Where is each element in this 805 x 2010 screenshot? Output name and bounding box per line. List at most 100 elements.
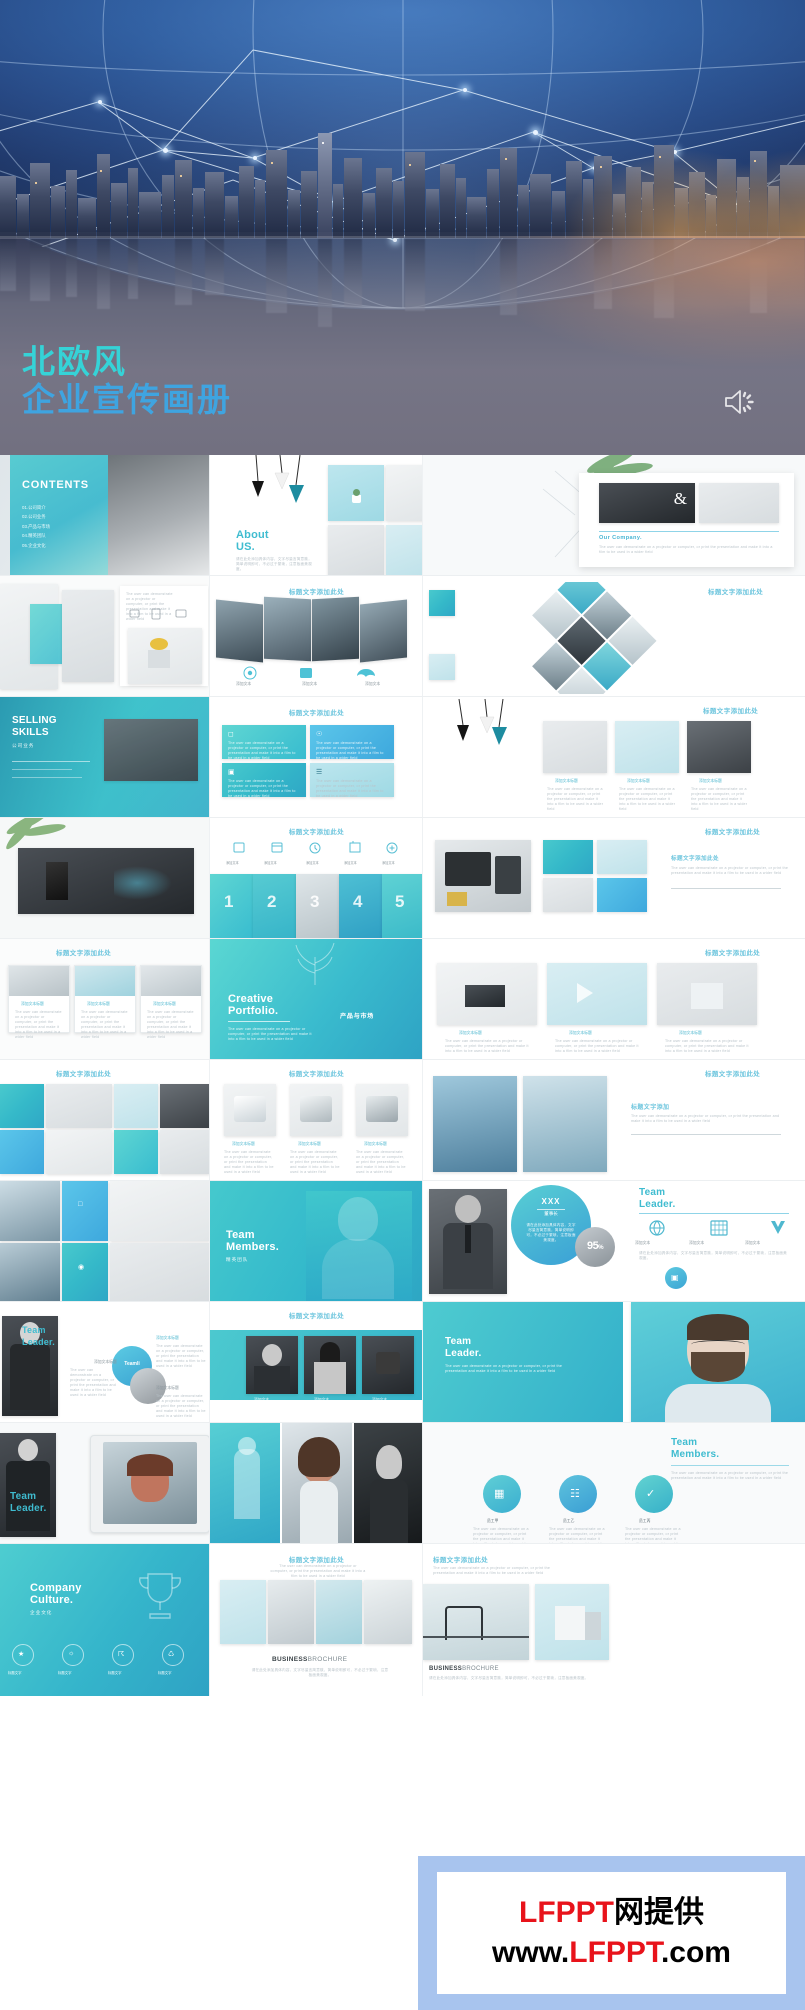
slide-leader-bearded[interactable]: Team Leader. The user can demonstrate on… xyxy=(423,1302,805,1423)
slide-three-white-cards[interactable]: 标题文字添加此处 添加文本标题 The user can demonstrate… xyxy=(0,939,210,1060)
slide-three-photo-cards[interactable]: 标题文字添加此处 添加文本标题 添加文本标题 添加文本标题 The user c… xyxy=(423,697,805,818)
social-icons-row xyxy=(243,666,375,680)
num-label-2: 添加文本 xyxy=(264,861,277,865)
creative-tag: 产品与市场 xyxy=(340,1013,374,1020)
icon-label-2: 添加文本 xyxy=(302,682,318,686)
white-card-1[interactable]: 添加文本标题 The user can demonstrate on a pro… xyxy=(8,965,70,1039)
devices-photo xyxy=(435,840,531,912)
slide-selling-skills[interactable]: SELLING SKILLS 公司业务 xyxy=(0,697,210,818)
speaker-icon[interactable] xyxy=(723,388,757,421)
card-2[interactable]: ☉ The user can demonstrate on a projecto… xyxy=(310,725,394,760)
buildings-body: The user can demonstrate on a projector … xyxy=(631,1114,780,1123)
selling-cn: 公司业务 xyxy=(12,743,35,748)
member-icon-1[interactable]: ▦ xyxy=(483,1475,521,1513)
slide-bw-team[interactable]: 标题文字添加此处 添加文本 添加文本 添加文本 xyxy=(210,1302,423,1423)
contents-item-4[interactable]: 04.精英团队 xyxy=(22,531,50,540)
slide-model-photos[interactable] xyxy=(210,1423,423,1544)
watermark-brand-cn: 网提供 xyxy=(614,1896,704,1929)
leader2-line2: Leader. xyxy=(22,1337,55,1347)
br ochure-body: 请在此处添加具体内容，文字尽量言简意赅，简单说明即可，不必过于繁琐，注意板面美观… xyxy=(251,1668,389,1677)
number-block-3[interactable]: 3 xyxy=(296,874,339,939)
slide-company-culture[interactable]: Company Culture. 企业文化 ★ ☼ ☈ ♺ 标题文字 标题文字 … xyxy=(0,1544,210,1696)
icon-tile-1[interactable]: □ xyxy=(62,1181,108,1241)
plant-photo xyxy=(328,465,384,521)
card-1[interactable]: ◻ The user can demonstrate on a projecto… xyxy=(222,725,306,760)
slide-creative-portfolio[interactable]: Creative Portfolio. The user can demonst… xyxy=(210,939,423,1060)
slide-leader-tablet[interactable]: Team Leader. xyxy=(0,1423,210,1544)
watermark-badge: LFPPT网提供 www.LFPPT.com xyxy=(418,1856,805,2010)
culture-icon-2[interactable]: ☼ xyxy=(62,1644,84,1666)
card-3[interactable]: ▣ The user can demonstrate on a projecto… xyxy=(222,763,306,798)
slide-gallery-grid[interactable]: 标题文字添加此处 xyxy=(0,1060,210,1181)
slide-title: 标题文字添加此处 xyxy=(288,1313,345,1320)
model-photo-1 xyxy=(210,1423,280,1544)
contents-list[interactable]: 01.公司简介 02.公司业务 03.产品与市场 04.精英团队 05.企业文化 xyxy=(22,503,50,550)
photo-card-3 xyxy=(687,721,751,773)
slide-team-members-icons[interactable]: Team Members. The user can demonstrate o… xyxy=(423,1423,805,1544)
culture-icon-3[interactable]: ☈ xyxy=(112,1644,134,1666)
white-card-2-label: 添加文本标题 xyxy=(87,1002,110,1006)
contents-item-3[interactable]: 03.产品与市场 xyxy=(22,522,50,531)
slide-fold-photos[interactable]: 标题文字添加此处 添加文本 添加文本 添加文本 xyxy=(210,576,423,697)
slide-title: 标题文字添加此处 xyxy=(288,589,345,596)
member-icon-3[interactable]: ✓ xyxy=(635,1475,673,1513)
slide-dark-hero[interactable] xyxy=(0,818,210,939)
slide-three-icon-cards[interactable]: 标题文字添加此处 添加文本标题 添加文本标题 添加文本标题 The user c… xyxy=(423,939,805,1060)
white-card-2[interactable]: 添加文本标题 The user can demonstrate on a pro… xyxy=(74,965,136,1039)
selling-title: SELLING SKILLS xyxy=(12,715,57,739)
leader-badge-icon[interactable]: ▣ xyxy=(665,1267,687,1289)
slide-business-brochure[interactable]: 标题文字添加此处 The user can demonstrate on a p… xyxy=(210,1544,423,1696)
slide-contents[interactable]: CONTENTS 01.公司简介 02.公司业务 03.产品与市场 04.精英团… xyxy=(0,455,210,576)
slide-team-members[interactable]: Team Members. 精英团队 xyxy=(210,1181,423,1302)
slide-devices[interactable]: 标题文字添加此处 标题文字添加此处 The user can demonstra… xyxy=(423,818,805,939)
slide-row-2: The user can demonstrate on a projector … xyxy=(0,576,805,697)
chart-label-1: 添加文本标题 xyxy=(156,1336,179,1340)
contents-item-5[interactable]: 05.企业文化 xyxy=(22,541,50,550)
brochure-wordmark: BUSINESSBROCHURE xyxy=(272,1656,347,1663)
slide-interior-left[interactable]: The user can demonstrate on a projector … xyxy=(0,576,210,697)
watermark-domain: LFPPT xyxy=(569,1936,661,1969)
white-card-1-text: The user can demonstrate on a projector … xyxy=(15,1010,62,1039)
roll-label-3: 添加文本标题 xyxy=(364,1142,387,1146)
number-block-2[interactable]: 2 xyxy=(253,874,296,939)
number-block-5[interactable]: 5 xyxy=(382,874,423,939)
slide-buildings[interactable]: 标题文字添加此处 标题文字添加 The user can demonstrate… xyxy=(423,1060,805,1181)
roll-body-2: The user can demonstrate on a projector … xyxy=(290,1150,340,1174)
slide-title: 标题文字添加此处 xyxy=(433,1557,489,1564)
slide-about-us[interactable]: About US. 请在此处添加具体内容，文字尽量言简意赅，简单说明即可，不必过… xyxy=(210,455,423,576)
icon-tile-2[interactable]: ◉ xyxy=(62,1243,108,1302)
contents-item-2[interactable]: 02.公司业务 xyxy=(22,512,50,521)
icon-card-body-2: The user can demonstrate on a projector … xyxy=(555,1039,639,1053)
slide-mountain-grid[interactable]: □ ◉ xyxy=(0,1181,210,1302)
slide-numbers[interactable]: 标题文字添加此处 添加文本 添加文本 添加文本 添加文本 添加文本 1 2 3 … xyxy=(210,818,423,939)
watermark-inner: LFPPT网提供 www.LFPPT.com xyxy=(437,1872,786,1994)
card-4[interactable]: ☰ The user can demonstrate on a projecto… xyxy=(310,763,394,798)
member-body-3: The user can demonstrate on a projector … xyxy=(625,1527,681,1544)
number-block-4[interactable]: 4 xyxy=(339,874,382,939)
slide-paper-rolls[interactable]: 标题文字添加此处 添加文本标题 添加文本标题 添加文本标题 The user c… xyxy=(210,1060,423,1181)
device-icons xyxy=(129,608,187,620)
team-photo xyxy=(306,1191,412,1302)
team-members-cn: 精英团队 xyxy=(226,1257,249,1262)
culture-label-2: 标题文字 xyxy=(58,1671,72,1675)
white-card-3[interactable]: 添加文本标题 The user can demonstrate on a pro… xyxy=(140,965,202,1039)
slide-four-cards[interactable]: 标题文字添加此处 ◻ The user can demonstrate on a… xyxy=(210,697,423,818)
culture-icon-4[interactable]: ♺ xyxy=(162,1644,184,1666)
culture-cn: 企业文化 xyxy=(30,1610,53,1615)
slide-bridge-brochure[interactable]: 标题文字添加此处 The user can demonstrate on a p… xyxy=(423,1544,805,1696)
culture-label-4: 标题文字 xyxy=(158,1671,172,1675)
slide-leader-chart[interactable]: Team Leader. Teamli 添加文本标题 添加文本标题 添加文本标题… xyxy=(0,1302,210,1423)
culture-line1: Company xyxy=(30,1582,82,1594)
number-block-1[interactable]: 1 xyxy=(210,874,253,939)
contents-item-1[interactable]: 01.公司简介 xyxy=(22,503,50,512)
member-label-2: 添加文本 xyxy=(314,1398,330,1402)
leader-line2: Leader. xyxy=(639,1199,676,1210)
slide-diamond-mosaic[interactable]: 标题文字添加此处 xyxy=(423,576,805,697)
slide-leader-profile[interactable]: XXX 董事长 请在此处添加具体内容，文字尽量言简意赅，简单说明即可，不必过于繁… xyxy=(423,1181,805,1302)
slide-our-company[interactable]: & Our Company. The user can demonstrate … xyxy=(423,455,805,576)
num-label-1: 添加文本 xyxy=(226,861,239,865)
hero-title-line1: 北欧风 xyxy=(22,343,127,380)
culture-icon-1[interactable]: ★ xyxy=(12,1644,34,1666)
bw-portrait-3 xyxy=(362,1336,414,1394)
member-icon-2[interactable]: ☷ xyxy=(559,1475,597,1513)
